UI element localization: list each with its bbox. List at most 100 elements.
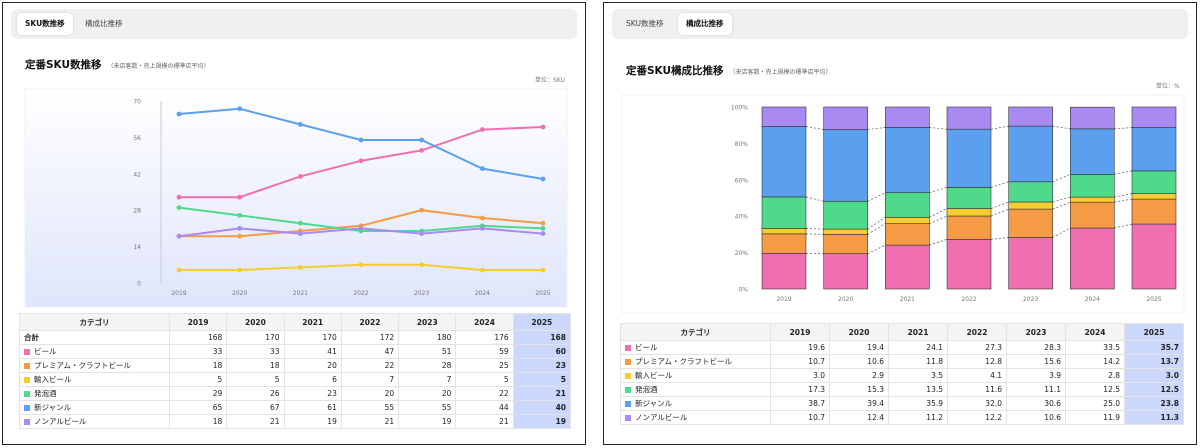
- bar-segment: [1070, 106, 1115, 130]
- value-cell: 11.6: [947, 382, 1007, 397]
- bar-segment: [1070, 196, 1115, 203]
- value-cell: 22: [340, 358, 400, 373]
- legend-swatch: [625, 372, 631, 379]
- category-label: ノンアルビール: [635, 413, 688, 422]
- value-cell: 172: [340, 330, 400, 345]
- data-point: [479, 226, 485, 231]
- bar-segment: [761, 126, 807, 198]
- category-label: 輸入ビール: [34, 375, 72, 384]
- bar-segment: [885, 223, 930, 246]
- x-tick-label: 2023: [414, 290, 429, 297]
- line-chart-svg: 0 14 28 42 56 70 2019 2020 2021 2022 2023 2024 2025: [24, 88, 568, 308]
- bar-segment: [885, 192, 930, 218]
- category-cell: 新ジャンル: [620, 396, 771, 411]
- legend-swatch: [24, 418, 30, 425]
- value-cell: 15.3: [829, 382, 889, 397]
- value-cell: 170: [226, 330, 285, 345]
- col-header-year: 2022: [947, 323, 1007, 341]
- value-cell: 51: [398, 344, 457, 359]
- col-header-year: 2024: [1065, 323, 1125, 341]
- value-cell: 3.9: [1006, 368, 1066, 383]
- legend-swatch: [625, 400, 631, 407]
- value-cell: 5: [226, 372, 285, 387]
- table-row: ノンアルビール 10.7 12.4 11.2 12.2 10.6 11.9 11.3: [620, 410, 1184, 425]
- value-cell: 180: [398, 330, 457, 345]
- x-tick-label: 2020: [838, 296, 853, 303]
- legend-swatch: [625, 344, 631, 351]
- value-cell: 21: [340, 414, 400, 429]
- value-cell: 19: [512, 414, 572, 429]
- value-cell: 23: [283, 386, 342, 401]
- bar-segment: [1131, 198, 1177, 225]
- data-point: [358, 137, 364, 143]
- value-cell: 11.1: [1006, 382, 1066, 397]
- line-chart: 0 14 28 42 56 70 2019 2020 2021 2022 2023 2024 2025: [21, 87, 571, 313]
- bar-segment: [946, 106, 992, 130]
- value-cell: 5: [512, 372, 572, 387]
- col-header-year: 2020: [226, 313, 285, 331]
- x-tick-label: 2023: [1023, 296, 1038, 303]
- data-point: [297, 220, 303, 226]
- value-cell: 59: [455, 344, 514, 359]
- col-header-year: 2024: [455, 313, 514, 331]
- col-header-year: 2019: [168, 313, 228, 331]
- value-cell: 21: [512, 386, 572, 401]
- value-cell: 3.0: [770, 368, 830, 383]
- value-cell: 19.4: [829, 340, 889, 355]
- chart-title: 定番SKU数推移 （来店客数・売上規模の標準店平均）: [25, 57, 210, 72]
- data-point: [297, 174, 303, 179]
- tab-sku-trend[interactable]: SKU数推移: [17, 13, 73, 35]
- data-point: [176, 205, 182, 210]
- bar-segment: [823, 106, 868, 130]
- value-cell: 11.8: [888, 354, 948, 369]
- x-tick-label: 2021: [293, 290, 308, 297]
- value-cell: 18: [168, 414, 228, 429]
- x-tick-label: 2020: [232, 290, 247, 297]
- bar-segment: [1008, 237, 1053, 290]
- value-cell: 55: [398, 400, 457, 415]
- value-cell: 168: [512, 330, 572, 345]
- value-cell: 27.3: [947, 340, 1007, 355]
- value-cell: 18: [168, 358, 228, 373]
- data-point: [358, 226, 364, 231]
- chart-title-text: 定番SKU数推移: [25, 59, 102, 71]
- data-point: [176, 194, 182, 200]
- category-cell: 発泡酒: [19, 386, 170, 401]
- data-point: [419, 207, 425, 213]
- data-point: [479, 267, 485, 273]
- bar-segment: [1070, 174, 1115, 198]
- table-row: ノンアルビール 18 21 19 21 19 21 19: [19, 414, 572, 429]
- bar-segment: [823, 200, 868, 230]
- category-cell: ビール: [19, 344, 170, 359]
- value-cell: 23: [512, 358, 572, 373]
- x-tick-label: 2021: [900, 296, 915, 303]
- value-cell: 30.6: [1006, 396, 1066, 411]
- value-cell: 22: [455, 386, 514, 401]
- value-cell: 5: [168, 372, 228, 387]
- x-tick-label: 2025: [1146, 296, 1161, 303]
- data-point: [479, 127, 485, 132]
- table-row: ビール 19.6 19.4 24.1 27.3 28.3 33.5 35.7: [620, 340, 1184, 355]
- data-point: [479, 215, 485, 221]
- value-cell: 41: [283, 344, 342, 359]
- bar-segment: [885, 216, 930, 224]
- tab-bar: SKU数推移 構成比推移: [612, 9, 1188, 39]
- table-row: プレミアム・クラフトビール 10.7 10.6 11.8 12.8 15.6 14.2 13.…: [620, 354, 1184, 369]
- y-tick-label: 42: [133, 171, 141, 178]
- x-tick-label: 2022: [961, 296, 976, 303]
- data-point: [540, 226, 546, 231]
- tab-composition[interactable]: 構成比推移: [678, 13, 732, 35]
- y-tick-label: 60%: [735, 177, 749, 184]
- tab-sku-trend[interactable]: SKU数推移: [618, 13, 671, 35]
- data-point: [237, 267, 243, 273]
- data-point: [237, 106, 243, 112]
- tab-composition[interactable]: 構成比推移: [77, 13, 131, 35]
- legend-swatch: [24, 404, 30, 411]
- sku-trend-panel: SKU数推移 構成比推移 定番SKU数推移 （来店客数・売上規模の標準店平均） 単…: [2, 2, 586, 445]
- plot-background: [24, 88, 568, 308]
- legend-swatch: [625, 358, 631, 365]
- bar-segment: [946, 215, 992, 240]
- value-cell: 55: [340, 400, 400, 415]
- value-cell: 24.1: [888, 340, 948, 355]
- category-cell: 合計: [19, 330, 170, 345]
